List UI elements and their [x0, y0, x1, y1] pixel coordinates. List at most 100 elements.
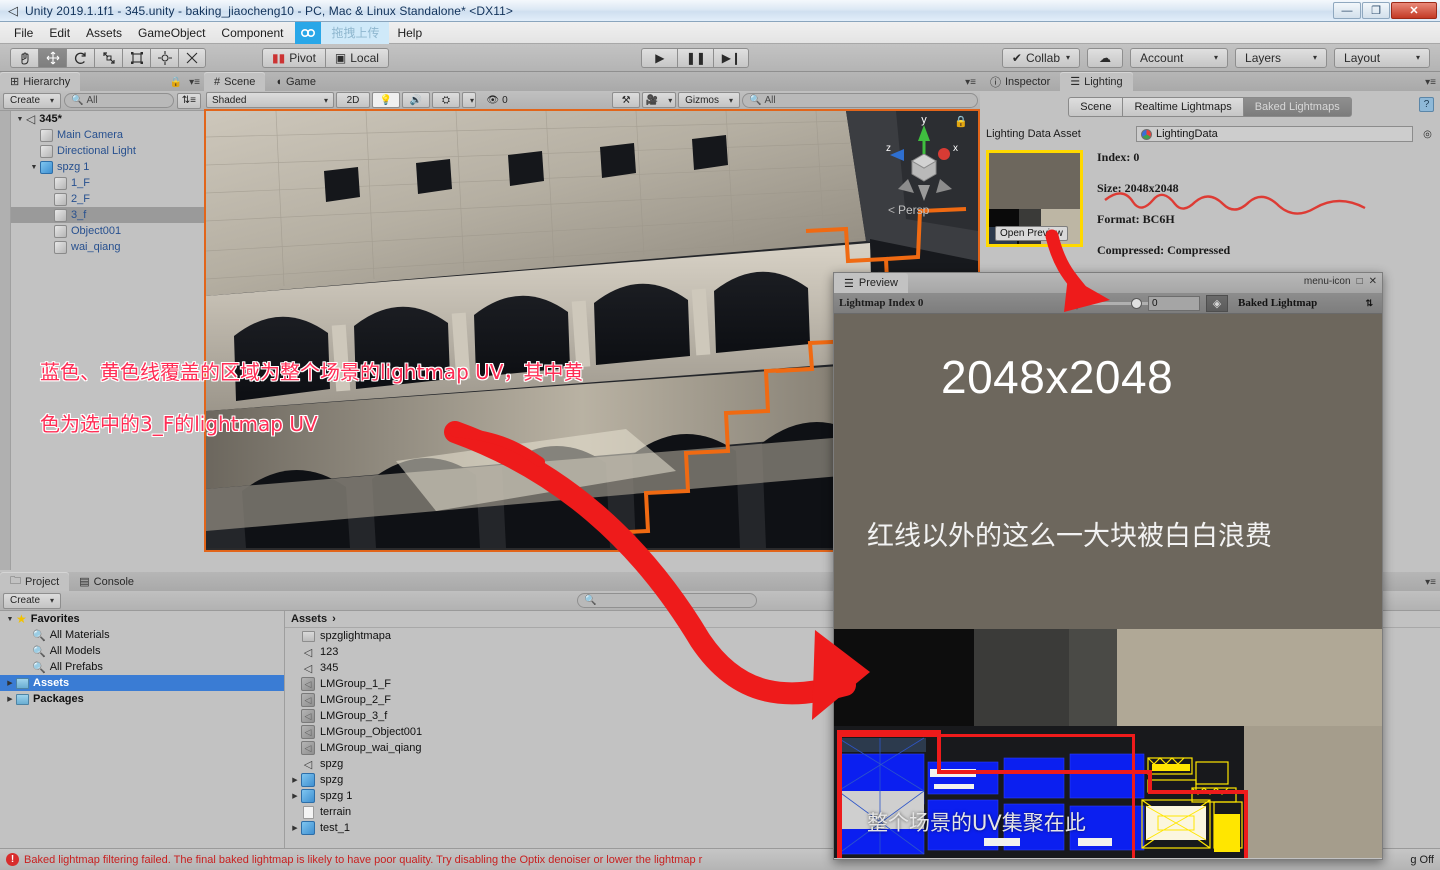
tools-icon[interactable]: ⚒ [612, 92, 641, 108]
hierarchy-tree[interactable]: ▼ ◁ 345* Main Camera Directional Light ▼ sp… [0, 111, 204, 570]
chevron-right-icon[interactable]: ▶ [289, 792, 301, 800]
rect-tool-button[interactable] [122, 47, 150, 68]
breadcrumb-assets[interactable]: Assets [291, 613, 327, 625]
tab-inspector[interactable]: ⓘ Inspector [980, 72, 1060, 91]
layers-icon[interactable]: ◈ [1206, 294, 1229, 312]
hierarchy-item-1-f[interactable]: 1_F [0, 175, 204, 191]
lightbulb-icon[interactable]: 💡 [372, 92, 400, 108]
close-button[interactable]: ✕ [1391, 2, 1437, 19]
lock-icon[interactable]: 🔒 [954, 115, 968, 128]
account-button[interactable]: Account ▾ [1130, 47, 1229, 68]
project-tree-item-all-materials[interactable]: 🔍 All Materials [0, 627, 284, 643]
project-tree-item-all-prefabs[interactable]: 🔍 All Prefabs [0, 659, 284, 675]
panel-menu-icon[interactable]: ▾≡ [1425, 577, 1436, 588]
hierarchy-item-main-camera[interactable]: Main Camera [0, 127, 204, 143]
layout-button[interactable]: Layout ▾ [1334, 47, 1431, 68]
project-search-input[interactable]: 🔍 [577, 593, 758, 608]
rotate-tool-button[interactable] [66, 47, 94, 68]
project-tree-item-packages[interactable]: ▶ Packages [0, 691, 284, 707]
tab-game[interactable]: ◖ Game [265, 72, 326, 91]
chevron-down-icon[interactable]: ▼ [4, 616, 16, 623]
menu-file[interactable]: File [6, 23, 41, 43]
menu-gameobject[interactable]: GameObject [130, 23, 213, 43]
hierarchy-sort-button[interactable]: ⇅≡ [176, 92, 201, 109]
panel-menu-icon[interactable]: ▾≡ [965, 77, 976, 88]
upload-plugin-button[interactable]: 拖拽上传 [295, 21, 390, 44]
exposure-value-field[interactable]: 0 [1148, 295, 1201, 311]
tab-realtime-lightmaps[interactable]: Realtime Lightmaps [1122, 97, 1243, 117]
project-tree[interactable]: ▼ ★ Favorites 🔍 All Materials 🔍 All Models 🔍 All… [0, 611, 285, 848]
hidden-objects-indicator[interactable]: 👁 0 [478, 92, 516, 108]
hierarchy-item-3-f[interactable]: 3_f [0, 207, 204, 223]
lighting-data-asset-field[interactable]: LightingData [1136, 126, 1413, 142]
chevron-right-icon[interactable]: ▶ [289, 824, 301, 832]
hierarchy-scene-root[interactable]: ▼ ◁ 345* [0, 111, 204, 127]
project-tree-item-favorites[interactable]: ▼ ★ Favorites [0, 611, 284, 627]
maximize-button[interactable]: ❐ [1362, 2, 1390, 19]
lock-icon[interactable]: 🔒 [170, 77, 182, 88]
window-controls[interactable]: — ❐ ✕ [1333, 2, 1437, 19]
chevron-right-icon[interactable]: ▶ [4, 679, 16, 687]
tab-console[interactable]: ▤ Console [69, 572, 144, 591]
project-tree-item-assets[interactable]: ▶ Assets [0, 675, 284, 691]
tab-scene[interactable]: # Scene [204, 72, 266, 91]
chevron-down-icon[interactable]: ▼ [28, 164, 40, 171]
play-button[interactable]: ▶ [641, 47, 678, 68]
tab-preview[interactable]: ☰ Preview [834, 273, 908, 293]
tab-baked-lightmaps[interactable]: Baked Lightmaps [1242, 97, 1352, 117]
menu-edit[interactable]: Edit [41, 23, 78, 43]
project-create-button[interactable]: Create ▾ [3, 592, 62, 609]
preview-maximize-button[interactable]: □ [1357, 276, 1363, 287]
local-toggle-button[interactable]: ▣ Local [324, 47, 389, 68]
object-picker-icon[interactable]: ◎ [1421, 129, 1434, 140]
project-tree-item-all-models[interactable]: 🔍 All Models [0, 643, 284, 659]
camera-icon[interactable]: 🎥 ▾ [642, 92, 677, 108]
hierarchy-search-input[interactable]: 🔍 All [64, 93, 174, 108]
cloud-button[interactable]: ☁ [1087, 47, 1124, 68]
tab-lighting[interactable]: ☰ Lighting [1060, 72, 1133, 91]
shading-mode-dropdown[interactable]: Shaded ▾ [206, 92, 334, 108]
open-preview-button[interactable]: Open Preview [995, 226, 1068, 241]
minimize-button[interactable]: — [1333, 2, 1361, 19]
chevron-right-icon[interactable]: ▶ [289, 776, 301, 784]
layers-button[interactable]: Layers ▾ [1235, 47, 1328, 68]
slider-knob[interactable] [1131, 297, 1143, 309]
step-button[interactable]: ▶❙ [713, 47, 750, 68]
menu-assets[interactable]: Assets [78, 23, 130, 43]
preview-canvas[interactable]: 2048x2048 红线以外的这么一大块被白白浪费 整个场景的UV集聚在此 [834, 314, 1382, 858]
effects-icon[interactable]: ⛭ [432, 92, 460, 108]
lightmap-thumbnail[interactable]: Open Preview [986, 150, 1083, 247]
preview-window-controls[interactable]: menu-icon □ ✕ [1304, 276, 1377, 287]
scene-projection-label[interactable]: Persp [898, 203, 929, 217]
hierarchy-item-spzg-1[interactable]: ▼ spzg 1 [0, 159, 204, 175]
help-icon[interactable]: ? [1419, 97, 1434, 112]
panel-menu-icon[interactable]: ▾≡ [1425, 77, 1436, 88]
chevron-right-icon[interactable]: ▶ [4, 695, 16, 703]
effects-dropdown-caret[interactable]: ▾ [462, 92, 476, 108]
toggle-2d-button[interactable]: 2D [336, 92, 370, 108]
hand-tool-button[interactable] [10, 47, 38, 68]
panel-menu-icon[interactable]: menu-icon [1304, 276, 1351, 287]
panel-menu-icon[interactable]: ▾≡ [189, 77, 200, 88]
gizmos-button[interactable]: Gizmos ▾ [678, 92, 740, 108]
scene-view-gizmo[interactable]: y x z < Persp 🔒 [874, 111, 974, 219]
lightmap-mode-dropdown[interactable]: Baked Lightmap ⇅ [1234, 295, 1377, 312]
pause-button[interactable]: ❚❚ [677, 47, 714, 68]
menu-component[interactable]: Component [213, 23, 291, 43]
gizmo-search-input[interactable]: 🔍 All [742, 92, 978, 108]
tab-hierarchy[interactable]: ⊞ Hierarchy [0, 72, 81, 91]
pivot-toggle-button[interactable]: ▮▮ Pivot [262, 47, 325, 68]
speaker-icon[interactable]: 🔊 [402, 92, 430, 108]
hierarchy-create-button[interactable]: Create ▾ [3, 92, 62, 109]
hierarchy-item-directional-light[interactable]: Directional Light [0, 143, 204, 159]
hierarchy-item-wai-qiang[interactable]: wai_qiang [0, 239, 204, 255]
preview-close-button[interactable]: ✕ [1369, 276, 1377, 287]
tab-project[interactable]: 🗀 Project [0, 572, 70, 591]
collab-button[interactable]: ✔ Collab ▾ [1001, 47, 1081, 68]
hierarchy-item-2-f[interactable]: 2_F [0, 191, 204, 207]
menu-help[interactable]: Help [389, 23, 430, 43]
transform-tool-button[interactable] [150, 47, 178, 68]
move-tool-button[interactable] [38, 47, 66, 68]
custom-tool-button[interactable] [178, 47, 206, 68]
hierarchy-item-object001[interactable]: Object001 [0, 223, 204, 239]
